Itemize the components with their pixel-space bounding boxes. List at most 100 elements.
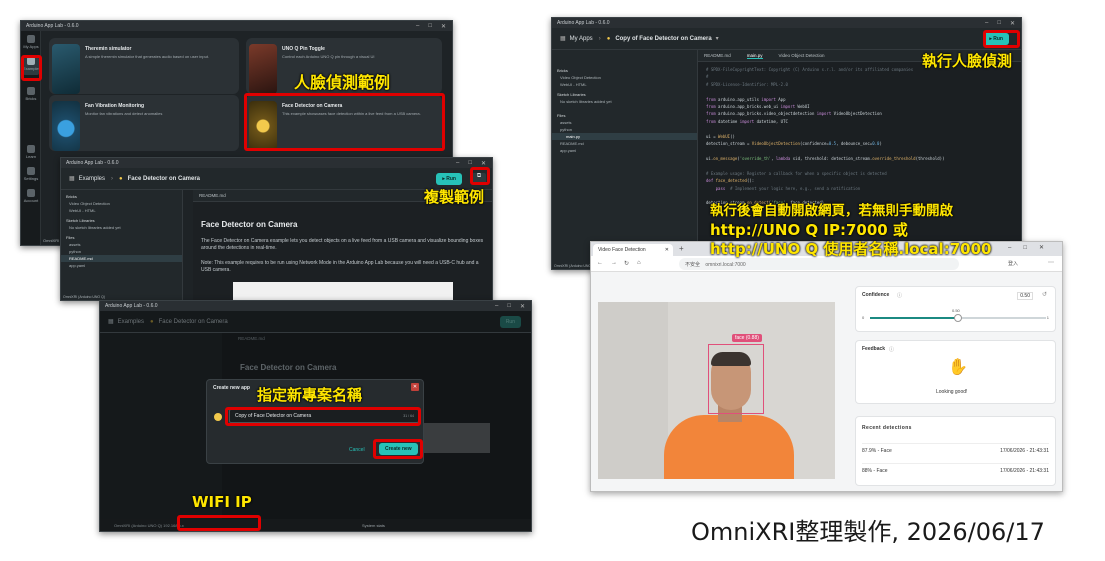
card-title: UNO Q Pin Toggle: [282, 46, 325, 52]
maximize-icon[interactable]: □: [507, 303, 511, 310]
close-icon[interactable]: ✕: [665, 247, 669, 253]
breadcrumb-root[interactable]: Examples: [118, 319, 144, 325]
wall-shade: [598, 302, 668, 479]
window-titlebar: Arduino App Lab - 0.6.0– □ ✕: [21, 21, 452, 31]
breadcrumb-root[interactable]: Examples: [79, 176, 105, 182]
tab-video-object-detection[interactable]: Video Object Detection: [779, 53, 825, 58]
confidence-title: Confidence: [862, 292, 890, 298]
card-title: Fan Vibration Monitoring: [85, 103, 145, 109]
highlight-create-button: [373, 439, 423, 459]
face-icon: ●: [150, 318, 154, 325]
brick-item[interactable]: Video Object Detection: [61, 200, 182, 207]
home-icon[interactable]: ⌂: [637, 260, 641, 266]
window-titlebar: Arduino App Lab - 0.6.0– □ ✕: [552, 18, 1021, 28]
slider-value-label: 0.50: [952, 308, 960, 313]
rail-settings[interactable]: Settings: [23, 167, 39, 185]
card-desc: Monitor fan vibrations and detect anomal…: [85, 111, 163, 116]
maximize-icon[interactable]: □: [428, 23, 432, 30]
app-header: ▦ My Apps › ● Copy of Face Detector on C…: [552, 28, 1021, 50]
file-item[interactable]: python: [552, 126, 697, 133]
tab-readme[interactable]: README.md: [704, 53, 731, 58]
code-editor[interactable]: # SPDX-FileCopyrightText: Copyright (C) …: [706, 66, 945, 207]
maximize-icon[interactable]: □: [997, 20, 1001, 27]
close-icon[interactable]: ✕: [520, 303, 525, 310]
address-bar[interactable]: 不安全 omnixri.local:7000: [679, 258, 959, 270]
gear-icon: [27, 167, 35, 175]
forward-icon[interactable]: →: [611, 260, 617, 266]
feedback-text: Looking good!: [936, 389, 968, 395]
grid-icon: ▦: [560, 36, 566, 42]
rail-account[interactable]: Account: [23, 189, 39, 207]
file-item[interactable]: main.py: [552, 133, 697, 140]
highlight-copy-button: [470, 167, 490, 185]
info-icon[interactable]: ⓘ: [897, 292, 902, 299]
run-button[interactable]: Run: [499, 315, 521, 328]
grid-icon: ▦: [69, 176, 75, 182]
file-item[interactable]: assets: [552, 119, 697, 126]
new-tab-icon[interactable]: +: [679, 244, 684, 253]
file-item[interactable]: python: [61, 248, 182, 255]
back-icon[interactable]: ←: [597, 260, 603, 266]
browser-tab[interactable]: Video Face Detection ✕: [593, 244, 673, 256]
tab-main-py[interactable]: main.py: [746, 53, 763, 59]
rail-my-apps[interactable]: My Apps: [23, 35, 39, 53]
bricks-label: Bricks: [557, 68, 568, 73]
highlight-name-field: [225, 407, 421, 426]
sketch-label: Sketch Libraries: [66, 218, 95, 223]
menu-icon[interactable]: ⋯: [1048, 259, 1054, 266]
slider-thumb[interactable]: [954, 314, 962, 322]
brick-item[interactable]: WebUI - HTML: [61, 207, 182, 214]
file-item[interactable]: README.md: [61, 255, 182, 262]
annotation-auto-open: 執行後會自動開啟網頁，若無則手動開啟 http://UNO Q IP:7000 …: [710, 203, 992, 258]
run-button[interactable]: ▸ Run: [436, 172, 462, 185]
annotation-run-face: 執行人臉偵測: [922, 52, 1013, 70]
maximize-icon[interactable]: □: [468, 160, 472, 167]
app-title: Face Detector on Camera: [158, 318, 228, 325]
breadcrumb-root[interactable]: My Apps: [570, 36, 593, 42]
file-item[interactable]: README.md: [552, 140, 697, 147]
reset-icon[interactable]: ↺: [1042, 291, 1047, 298]
sketch-note: No sketch libraries added yet: [69, 225, 121, 230]
card-desc: A simple theremin simulator that generat…: [85, 54, 210, 59]
reload-icon[interactable]: ↻: [624, 260, 629, 267]
close-icon[interactable]: ✕: [481, 160, 486, 167]
brick-item[interactable]: Video Object Detection: [552, 74, 697, 81]
minimize-icon[interactable]: –: [985, 20, 988, 27]
grid-icon: ▦: [108, 319, 114, 325]
example-card-theremin[interactable]: Theremin simulator A simple theremin sim…: [49, 38, 239, 94]
sidebar: Bricks Video Object Detection WebUI - HT…: [61, 190, 183, 300]
minimize-icon[interactable]: –: [416, 23, 419, 30]
app-header: ▦ Examples ● Face Detector on Camera Run: [100, 311, 531, 333]
close-icon[interactable]: ✕: [441, 23, 446, 30]
rail-bricks[interactable]: Bricks: [23, 87, 39, 105]
confidence-slider[interactable]: 0.50: [870, 308, 1046, 322]
brick-item[interactable]: WebUI - HTML: [552, 81, 697, 88]
window-titlebar: Arduino App Lab - 0.6.0– □ ✕: [100, 301, 531, 311]
doc-paragraph: The Face Detector on Camera example lets…: [201, 238, 484, 251]
login-button[interactable]: 登入: [1008, 260, 1018, 267]
detection-row: 88% - Face 17/06/2026 - 21:43:31: [862, 463, 1049, 477]
face-label: face (0.88): [732, 334, 762, 342]
sketch-note: No sketch libraries added yet: [560, 99, 612, 104]
info-icon[interactable]: ⓘ: [889, 346, 894, 353]
close-icon[interactable]: ✕: [411, 383, 419, 391]
example-card-fan-vibration[interactable]: Fan Vibration Monitoring Monitor fan vib…: [49, 95, 239, 151]
recent-title: Recent detections: [862, 425, 912, 431]
app-emoji-icon[interactable]: [214, 413, 222, 421]
file-item[interactable]: app.yaml: [61, 262, 182, 269]
file-item[interactable]: app.yaml: [552, 147, 697, 154]
insecure-badge[interactable]: 不安全: [685, 262, 700, 268]
bricks-label: Bricks: [66, 194, 77, 199]
close-icon[interactable]: ✕: [1010, 20, 1015, 27]
files-label: Files: [557, 113, 566, 118]
pin-toggle-thumbnail: [249, 44, 277, 94]
rail-learn[interactable]: Learn: [23, 145, 39, 163]
file-item[interactable]: assets: [61, 241, 182, 248]
files-label: Files: [66, 235, 75, 240]
chevron-down-icon[interactable]: ▾: [716, 35, 719, 42]
detection-row: 87.9% - Face 17/06/2026 - 21:43:31: [862, 443, 1049, 457]
cancel-button[interactable]: Cancel: [345, 444, 369, 456]
minimize-icon[interactable]: –: [495, 303, 498, 310]
app-title: Copy of Face Detector on Camera: [615, 35, 712, 42]
minimize-icon[interactable]: –: [456, 160, 459, 167]
